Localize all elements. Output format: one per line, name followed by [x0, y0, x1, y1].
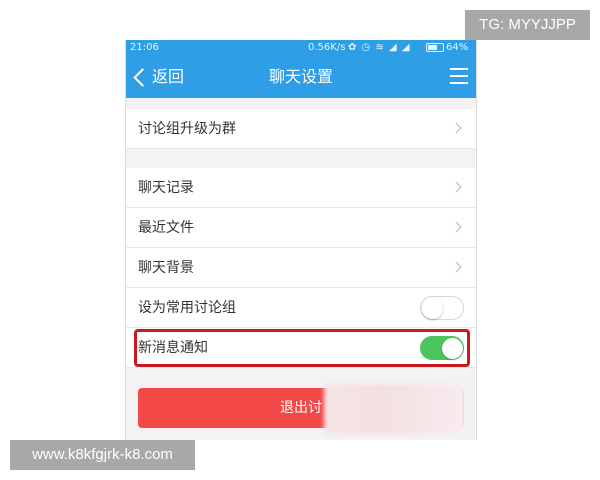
chevron-right-icon — [450, 261, 462, 273]
chevron-right-icon — [450, 221, 462, 233]
menu-icon-bar — [450, 82, 468, 84]
status-network-speed: 0.56K/s — [308, 42, 346, 53]
settings-item-label: 设为常用讨论组 — [138, 300, 236, 316]
common-group-toggle[interactable] — [420, 296, 464, 320]
battery-indicator: 64% — [426, 40, 468, 56]
new-message-notify-toggle[interactable] — [420, 336, 464, 360]
chevron-left-icon — [133, 67, 152, 87]
watermark-bottom-left: www.k8kfgjrk-k8.com — [10, 440, 195, 470]
back-label: 返回 — [152, 67, 185, 86]
back-button[interactable]: 返回 — [132, 56, 184, 98]
menu-icon-bar — [450, 75, 468, 77]
menu-icon-bar — [450, 68, 468, 70]
settings-item-recent-files[interactable]: 最近文件 — [126, 208, 476, 248]
phone-screen: 21:06 0.56K/s ✿ ◷ ≋ ◢ ◢ 64% 返回 聊天设置 讨论组升… — [125, 40, 477, 440]
menu-button[interactable] — [450, 68, 468, 86]
settings-item-upgrade-group[interactable]: 讨论组升级为群 — [126, 109, 476, 149]
toggle-knob — [422, 297, 443, 319]
status-bar: 21:06 0.56K/s ✿ ◷ ≋ ◢ ◢ 64% — [126, 40, 476, 56]
exit-button-label: 退出讨 — [280, 400, 322, 416]
status-icons: ✿ ◷ ≋ ◢ ◢ — [348, 42, 411, 53]
settings-item-label: 聊天背景 — [138, 260, 194, 276]
watermark-top-right: TG: MYYJJPP — [465, 10, 590, 40]
settings-item-set-common-group: 设为常用讨论组 — [126, 288, 476, 328]
chevron-right-icon — [450, 122, 462, 134]
settings-item-new-message-notify: 新消息通知 — [126, 328, 476, 368]
settings-item-label: 新消息通知 — [138, 340, 208, 356]
settings-item-label: 聊天记录 — [138, 180, 194, 196]
status-time: 21:06 — [130, 42, 159, 53]
title-bar: 返回 聊天设置 — [126, 56, 476, 98]
settings-item-label: 最近文件 — [138, 220, 194, 236]
battery-level: 64% — [446, 42, 469, 53]
settings-item-chat-background[interactable]: 聊天背景 — [126, 248, 476, 288]
chevron-right-icon — [450, 181, 462, 193]
battery-icon — [426, 42, 444, 52]
toggle-knob — [442, 337, 463, 359]
settings-item-label: 讨论组升级为群 — [138, 121, 236, 137]
settings-item-chat-history[interactable]: 聊天记录 — [126, 168, 476, 208]
exit-group-button[interactable]: 退出讨 — [138, 388, 464, 428]
